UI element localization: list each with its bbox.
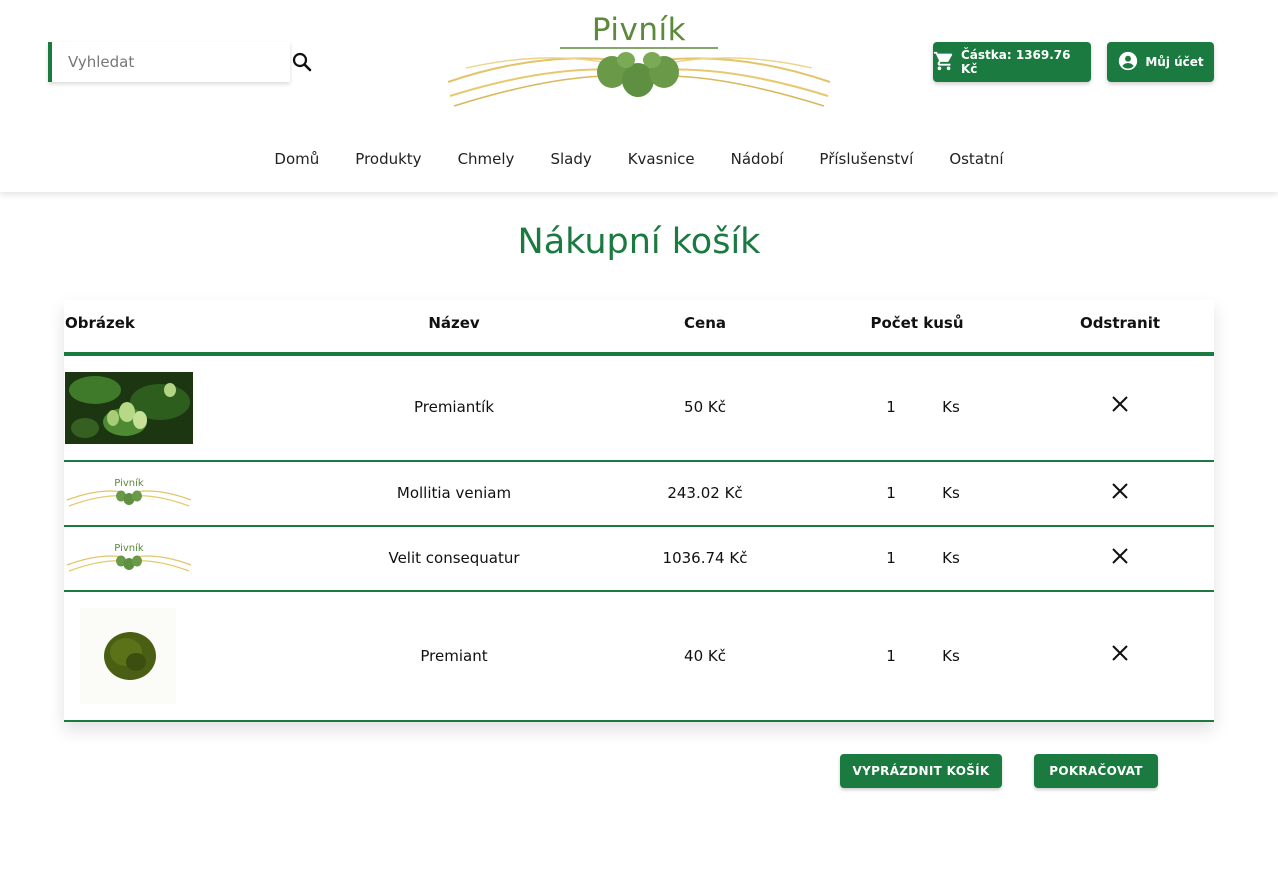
close-icon[interactable] (1108, 479, 1132, 503)
item-price: 1036.74 Kč (662, 549, 748, 567)
page-title: Nákupní košík (517, 222, 761, 262)
header-price: Cena (684, 314, 726, 332)
close-icon[interactable] (1108, 392, 1132, 416)
svg-text:Pivník: Pivník (114, 477, 144, 489)
header-quantity: Počet kusů (870, 314, 964, 332)
item-name: Premiant (420, 647, 488, 665)
header-image: Obrázek (65, 314, 135, 332)
item-unit: Ks (942, 484, 960, 502)
nav-item-accessories[interactable]: Příslušenství (819, 150, 913, 168)
table-row: Premiant 40 Kč 1 Ks (64, 592, 1214, 722)
account-label: Můj účet (1145, 55, 1204, 69)
item-unit: Ks (942, 647, 960, 665)
item-price: 40 Kč (684, 647, 726, 665)
item-quantity[interactable]: 1 (886, 484, 896, 502)
search-icon[interactable] (290, 50, 314, 74)
account-button[interactable]: Můj účet (1107, 42, 1214, 82)
item-quantity[interactable]: 1 (886, 398, 896, 416)
pivnik-logo-thumbnail: Pivník (65, 539, 193, 577)
table-row: Pivník Velit consequatur 1036.74 Kč 1 Ks (64, 527, 1214, 592)
search-input[interactable] (52, 42, 290, 82)
nav-item-malts[interactable]: Slady (550, 150, 591, 168)
logo-text: Pivník (591, 12, 687, 48)
pivnik-logo-thumbnail: Pivník (65, 474, 193, 512)
close-icon[interactable] (1108, 641, 1132, 665)
empty-cart-button[interactable]: VYPRÁZDNIT KOŠÍK (840, 754, 1002, 788)
nav-item-yeasts[interactable]: Kvasnice (628, 150, 695, 168)
continue-button[interactable]: POKRAČOVAT (1034, 754, 1158, 788)
cart-button[interactable]: Částka: 1369.76 Kč (933, 42, 1091, 82)
header-name: Název (428, 314, 480, 332)
hop-pellets-photo (80, 608, 176, 704)
header-remove: Odstranit (1079, 314, 1161, 332)
nav-item-hops[interactable]: Chmely (458, 150, 515, 168)
site-logo[interactable]: Pivník (446, 12, 832, 112)
cart-icon (933, 50, 955, 75)
nav-item-products[interactable]: Produkty (355, 150, 421, 168)
item-name: Mollitia veniam (396, 484, 512, 502)
item-quantity[interactable]: 1 (886, 549, 896, 567)
cart-total-label: Částka: 1369.76 Kč (961, 48, 1071, 76)
item-name: Velit consequatur (388, 549, 520, 567)
nav-item-vessels[interactable]: Nádobí (731, 150, 784, 168)
nav-item-other[interactable]: Ostatní (949, 150, 1003, 168)
hop-plant-photo (65, 372, 193, 444)
table-row: Pivník Mollitia veniam 243.02 Kč 1 Ks (64, 462, 1214, 527)
site-header: Pivník Částka: 1369.76 Kč Můj účet Domů … (0, 0, 1278, 192)
cart-table: Obrázek Název Cena Počet kusů Odstranit … (64, 300, 1214, 722)
item-unit: Ks (942, 398, 960, 416)
svg-text:Pivník: Pivník (114, 542, 144, 554)
item-price: 243.02 Kč (667, 484, 743, 502)
close-icon[interactable] (1108, 544, 1132, 568)
search-box (48, 42, 290, 82)
main-nav: Domů Produkty Chmely Slady Kvasnice Nádo… (0, 150, 1278, 168)
item-price: 50 Kč (684, 398, 726, 416)
nav-item-home[interactable]: Domů (274, 150, 319, 168)
table-row: Premiantík 50 Kč 1 Ks (64, 356, 1214, 462)
account-circle-icon (1117, 50, 1139, 75)
item-quantity[interactable]: 1 (886, 647, 896, 665)
item-unit: Ks (942, 549, 960, 567)
table-header: Obrázek Název Cena Počet kusů Odstranit (64, 300, 1214, 356)
item-name: Premiantík (413, 398, 495, 416)
